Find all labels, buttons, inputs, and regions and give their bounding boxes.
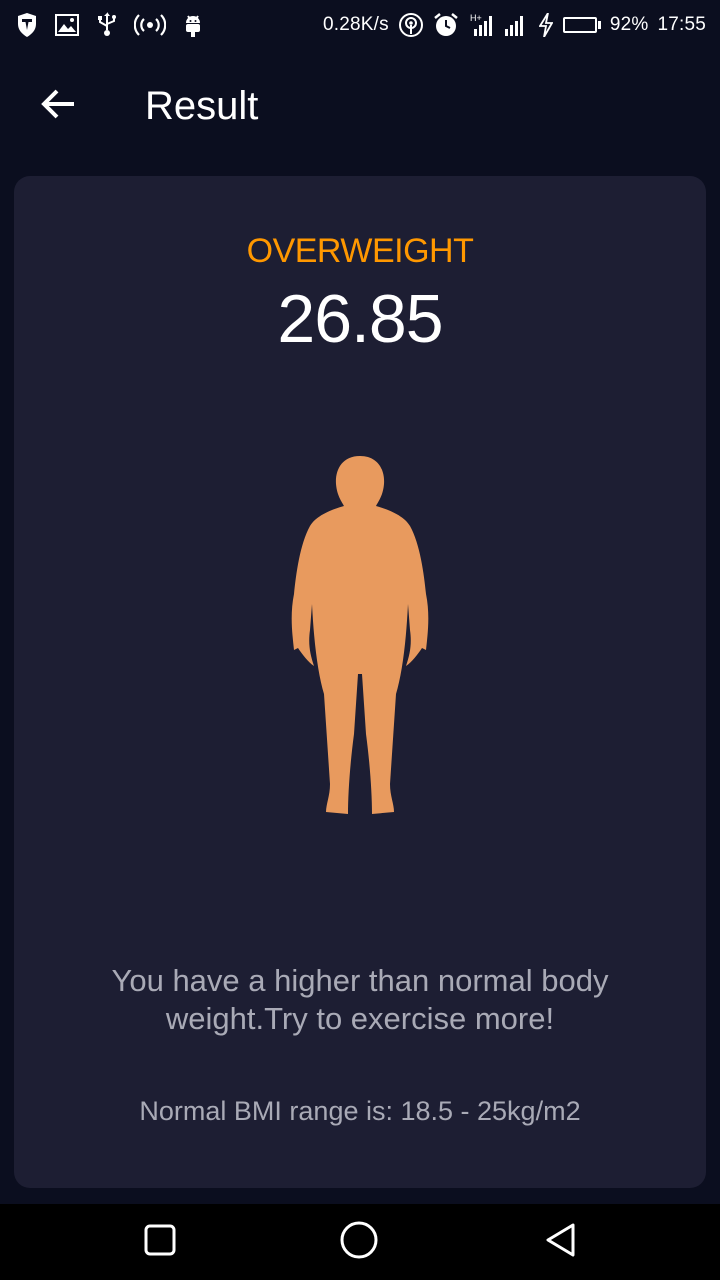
signal-icon: H+ (468, 12, 494, 38)
screen: 0.28K/s H+ 92% 17:55 Result OVERWEIGHT 2… (0, 0, 720, 1280)
network-speed: 0.28K/s (322, 14, 389, 35)
wifi-hotspot-icon (398, 12, 424, 38)
clock: 17:55 (657, 14, 706, 35)
battery-icon (562, 17, 601, 33)
home-button[interactable] (339, 1220, 379, 1265)
nav-back-button[interactable] (540, 1222, 580, 1262)
android-icon (180, 12, 206, 38)
signal-icon (503, 12, 529, 38)
system-nav-bar (0, 1204, 720, 1280)
bmi-message: You have a higher than normal body weigh… (111, 963, 609, 1036)
normal-bmi-range: Normal BMI range is: 18.5 - 25kg/m2 (139, 1096, 581, 1126)
back-triangle-icon (543, 1222, 577, 1263)
alarm-icon (433, 12, 459, 38)
back-button[interactable] (30, 78, 86, 134)
bmi-category: OVERWEIGHT (246, 232, 474, 270)
hotspot-icon (134, 12, 166, 38)
image-icon (54, 12, 80, 38)
battery-percent: 92% (609, 14, 649, 35)
arrow-left-icon (40, 88, 76, 125)
recents-square-icon (143, 1223, 177, 1262)
shield-icon (14, 12, 40, 38)
result-card: OVERWEIGHT 26.85 You have a higher than … (14, 176, 706, 1188)
svg-text:H+: H+ (470, 13, 482, 23)
page-title: Result (145, 84, 259, 128)
status-right-icons: 0.28K/s H+ 92% 17:55 (323, 12, 706, 38)
status-left-icons (14, 12, 206, 38)
usb-icon (94, 12, 120, 38)
bmi-value: 26.85 (277, 281, 443, 357)
recents-button[interactable] (140, 1222, 180, 1262)
home-circle-icon (339, 1220, 379, 1265)
status-bar: 0.28K/s H+ 92% 17:55 (0, 0, 720, 50)
charging-icon (538, 12, 554, 38)
body-silhouette-icon (280, 454, 440, 824)
app-bar: Result (0, 50, 720, 162)
